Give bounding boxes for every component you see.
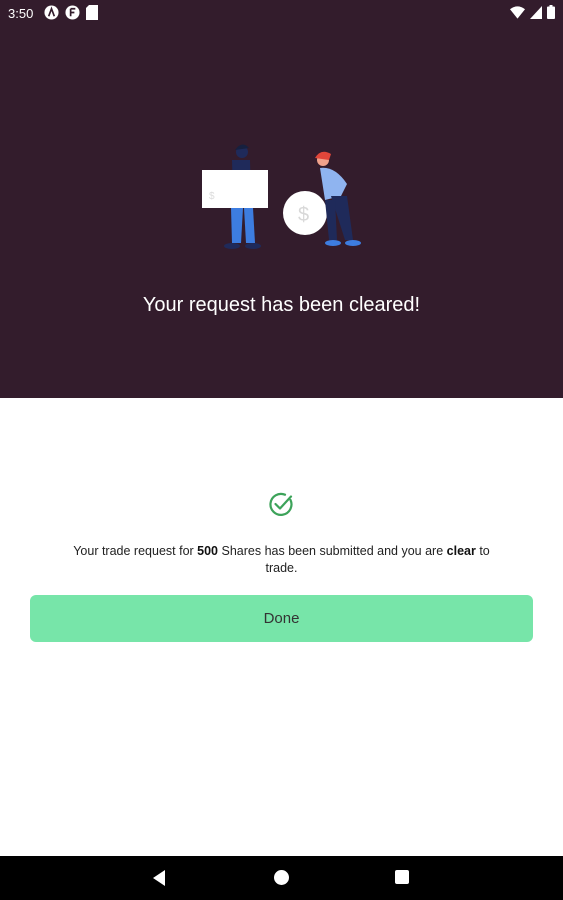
done-button[interactable]: Done — [30, 595, 533, 642]
home-icon[interactable] — [274, 870, 289, 885]
accessibility-icon — [44, 5, 59, 20]
success-header: $ $ Your request has been cleared! — [0, 26, 563, 398]
navigation-bar — [0, 856, 563, 900]
signal-icon — [530, 5, 542, 19]
app-notification-icon — [65, 5, 80, 20]
back-icon[interactable] — [151, 869, 167, 887]
status-icons-right — [510, 5, 555, 19]
share-count: 500 — [197, 544, 219, 558]
status-bar: 3:50 — [0, 0, 563, 26]
message-prefix: Your trade request for — [73, 544, 198, 558]
header-title: Your request has been cleared! — [142, 294, 421, 316]
message-middle: Shares has been submitted and you are — [218, 544, 447, 558]
status-time: 3:50 — [8, 6, 34, 21]
sd-card-icon — [86, 5, 98, 20]
status-icons-left — [44, 5, 98, 20]
check-circle-icon — [269, 492, 293, 516]
recents-icon[interactable] — [395, 870, 409, 884]
battery-icon — [547, 5, 555, 19]
svg-text:$: $ — [298, 204, 309, 226]
confirmation-message: Your trade request for 500 Shares has be… — [60, 543, 503, 577]
svg-text:$: $ — [209, 191, 215, 202]
wifi-icon — [510, 5, 525, 19]
status-word: clear — [446, 544, 476, 558]
people-money-illustration: $ $ — [202, 144, 361, 249]
